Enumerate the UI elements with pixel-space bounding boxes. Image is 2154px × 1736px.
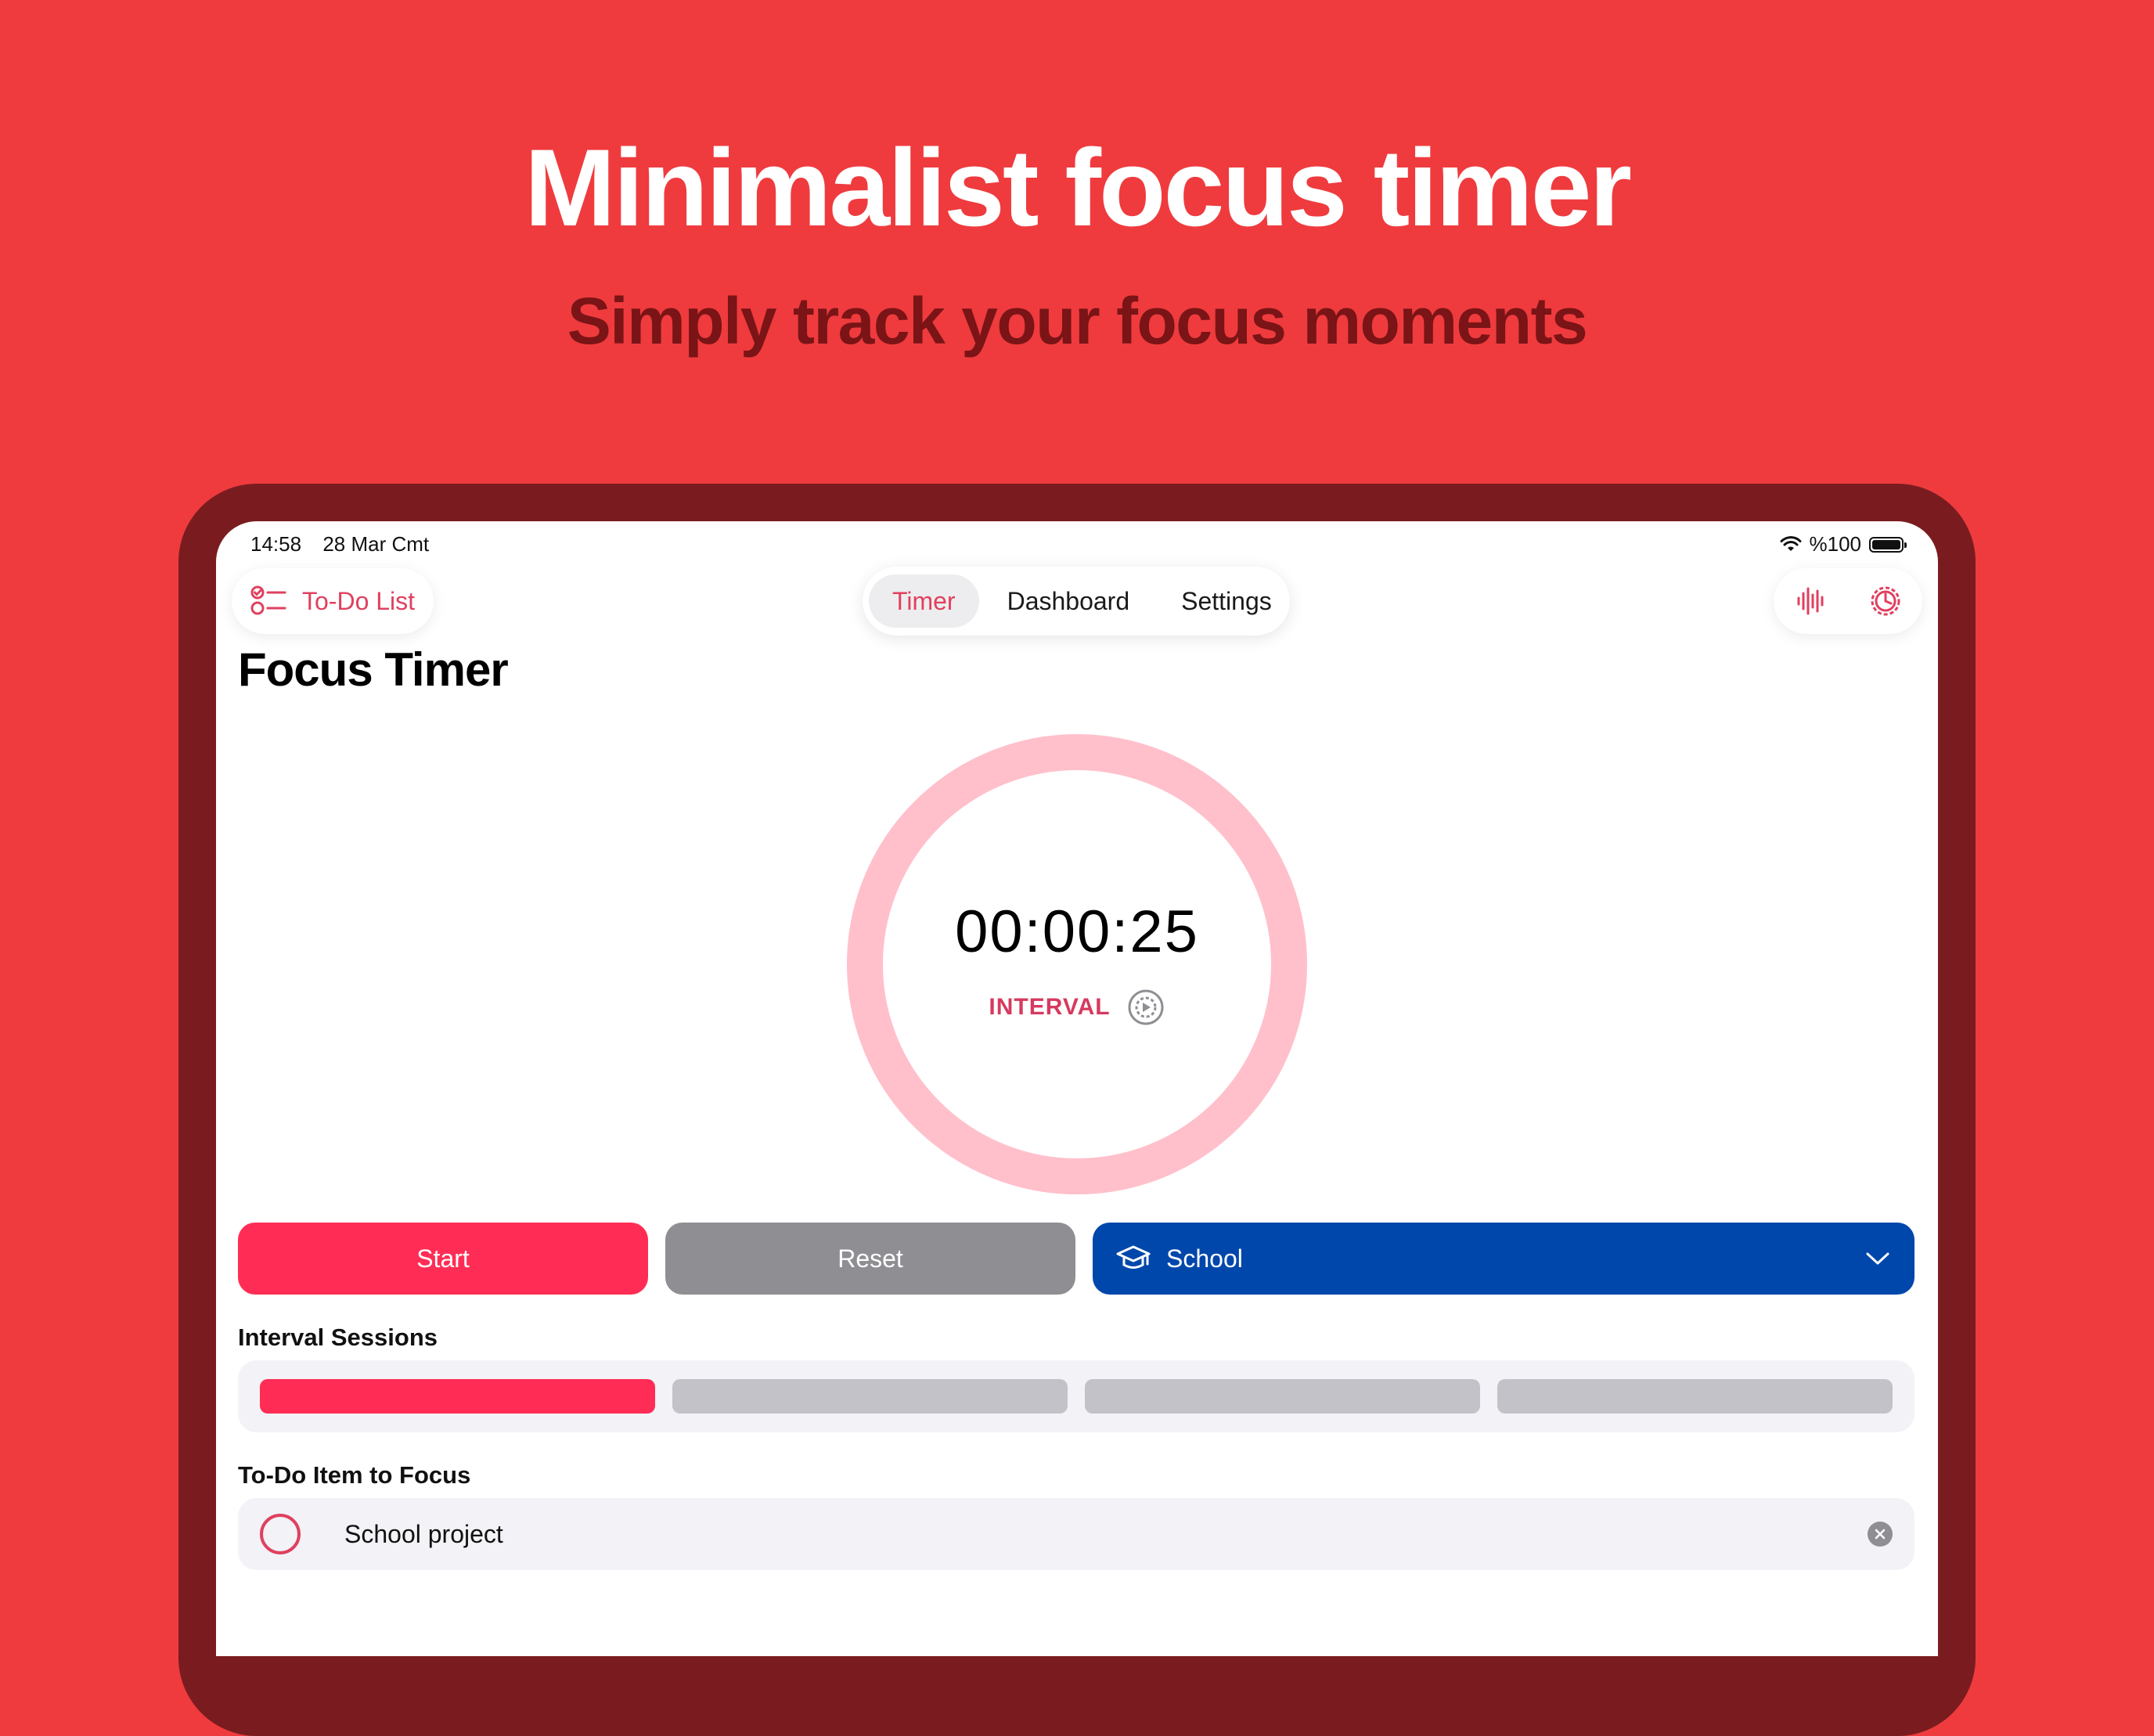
page-title: Focus Timer (238, 643, 509, 696)
battery-icon (1869, 536, 1907, 553)
todo-focus-item: School project (238, 1498, 1914, 1570)
timer-settings-icon (1871, 586, 1900, 616)
todo-list-button[interactable]: To-Do List (232, 568, 434, 634)
waveform-icon (1797, 587, 1823, 615)
status-bar-right: %100 (1780, 532, 1907, 556)
chevron-down-icon (1866, 1252, 1889, 1265)
sound-button[interactable] (1788, 578, 1835, 625)
mode-settings-icon[interactable] (1126, 988, 1165, 1027)
graduation-cap-icon (1116, 1245, 1151, 1269)
session-bar (1085, 1379, 1480, 1414)
tab-timer[interactable]: Timer (869, 574, 979, 628)
todo-complete-toggle[interactable] (260, 1514, 301, 1554)
reset-button[interactable]: Reset (665, 1223, 1075, 1295)
timer-mode-label: INTERVAL (989, 994, 1111, 1020)
timer-display: 00:00:25 (955, 899, 1199, 965)
category-label: School (1166, 1244, 1243, 1273)
start-button[interactable]: Start (238, 1223, 648, 1295)
status-bar-left: 14:58 28 Mar Cmt (250, 532, 445, 556)
wifi-icon (1780, 535, 1801, 551)
session-bar (260, 1379, 655, 1414)
session-bar (672, 1379, 1068, 1414)
todo-list-label: To-Do List (302, 586, 416, 615)
sessions-label: Interval Sessions (238, 1324, 438, 1351)
timer-settings-button[interactable] (1862, 578, 1909, 625)
timer-mode-row: INTERVAL (842, 988, 1312, 1027)
tools-group (1774, 568, 1922, 634)
checklist-icon (250, 585, 286, 615)
status-time: 14:58 (250, 532, 302, 556)
tab-bar: Timer Dashboard Settings (863, 567, 1290, 636)
tab-dashboard[interactable]: Dashboard (984, 574, 1154, 628)
app-screen: 14:58 28 Mar Cmt %100 To-Do List Timer D… (216, 521, 1938, 1656)
marketing-headline: Minimalist focus timer (524, 126, 1632, 249)
marketing-subheadline: Simply track your focus moments (567, 284, 1588, 358)
close-icon (1875, 1529, 1886, 1540)
category-dropdown[interactable]: School (1093, 1223, 1914, 1295)
sessions-track (238, 1360, 1914, 1432)
tab-settings[interactable]: Settings (1158, 574, 1295, 628)
battery-percent: %100 (1809, 532, 1862, 556)
timer-ring: 00:00:25 INTERVAL (842, 729, 1312, 1199)
status-date: 28 Mar Cmt (322, 532, 430, 556)
session-bar (1497, 1379, 1893, 1414)
clear-todo-button[interactable] (1868, 1522, 1893, 1547)
todo-item-text: School project (344, 1519, 503, 1548)
todo-focus-label: To-Do Item to Focus (238, 1461, 471, 1489)
